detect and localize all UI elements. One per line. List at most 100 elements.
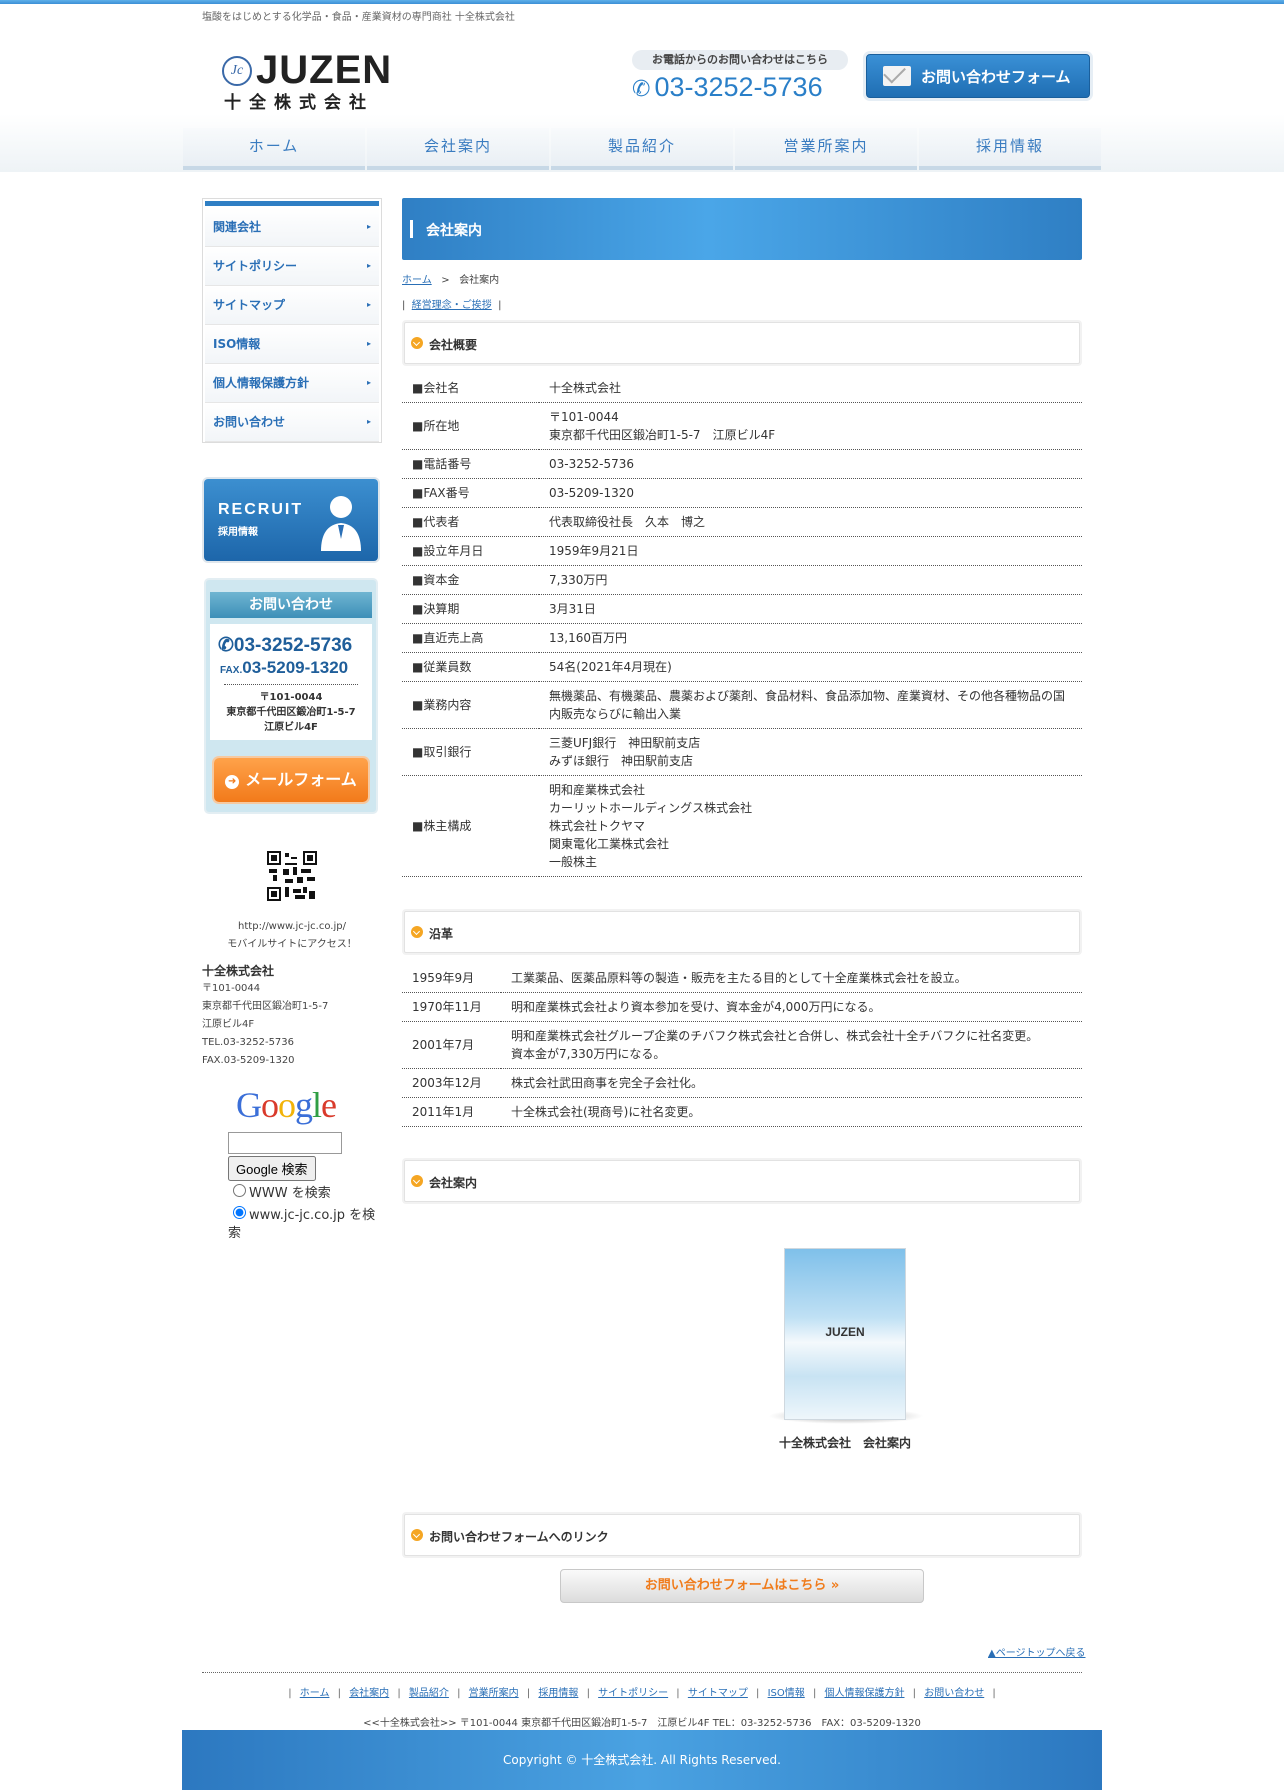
side-menu-item-sitemap[interactable]: サイトマップ ▸ (205, 286, 379, 325)
history-value-line: 明和産業株式会社グループ企業のチバフク株式会社と合併し、株式会社十全チバフクに社… (511, 1029, 1039, 1043)
footer-nav-link[interactable]: ホーム (300, 1688, 330, 1699)
overview-value-line: 代表取締役社長 久本 博之 (549, 515, 706, 529)
footer-nav: | ホーム | 会社案内 | 製品紹介 | 営業所案内 | 採用情報 | サイト… (288, 1688, 996, 1699)
header-tel-number[interactable]: ✆ 03-3252-5736 (632, 72, 848, 103)
contact-form-link-button[interactable]: お問い合わせフォームはこちら » (560, 1569, 924, 1603)
overview-row-label: ■直近売上高 (402, 623, 539, 653)
overview-row-label: ■株主構成 (402, 775, 539, 877)
side-menu-topline (205, 201, 379, 206)
google-search: Google Google 検索 WWW を検索 www.jc-jc.co.jp… (228, 1084, 378, 1243)
overview-value-line: 十全株式会社 (549, 381, 622, 395)
radio-www[interactable] (233, 1184, 246, 1197)
footer-nav-link[interactable]: サイトポリシー (598, 1688, 668, 1699)
overview-row-label: ■電話番号 (402, 449, 539, 479)
overview-value: 7,330万円 (539, 565, 1082, 595)
mobile-url[interactable]: http://www.jc-jc.co.jp/ (202, 918, 382, 936)
overview-value-line: 無機薬品、有機薬品、農薬および薬剤、食品材料、食品添加物、産業資材、その他各種物… (549, 689, 1066, 703)
overview-row: ■資本金 7,330万円 (402, 565, 1082, 595)
chevron-right-icon: ▸ (366, 222, 371, 231)
history-row: 2011年1月 十全株式会社(現商号)に社名変更。 (402, 1097, 1082, 1127)
section-heading-history: 沿革 (404, 911, 1080, 953)
gnav-home[interactable]: ホーム (183, 128, 365, 170)
google-search-input[interactable] (228, 1132, 342, 1154)
history-value: 工業薬品、医薬品原料等の製造・販売を主たる目的として十全産業株式会社を設立。 (501, 964, 1082, 993)
footer-nav-link[interactable]: ISO情報 (768, 1688, 805, 1699)
overview-value-line: 三菱UFJ銀行 神田駅前支店 (549, 736, 701, 750)
history-value-line: 明和産業株式会社より資本参加を受け、資本金が4,000万円になる。 (511, 1000, 881, 1014)
google-search-button[interactable]: Google 検索 (228, 1156, 316, 1181)
overview-row: ■会社名 十全株式会社 (402, 374, 1082, 403)
footer-nav-link[interactable]: 会社案内 (349, 1688, 389, 1699)
footer-nav-link[interactable]: 採用情報 (538, 1688, 578, 1699)
overview-value-line: 一般株主 (549, 855, 598, 869)
gnav-offices[interactable]: 営業所案内 (735, 128, 917, 170)
overview-value: 03-5209-1320 (539, 478, 1082, 508)
overview-row: ■FAX番号 03-5209-1320 (402, 478, 1082, 508)
side-menu-item-affiliates[interactable]: 関連会社 ▸ (205, 208, 379, 247)
side-menu-item-contact[interactable]: お問い合わせ ▸ (205, 403, 379, 442)
history-table: 1959年9月 工業薬品、医薬品原料等の製造・販売を主たる目的として十全産業株式会… (402, 964, 1082, 1127)
overview-row: ■代表者 代表取締役社長 久本 博之 (402, 507, 1082, 537)
overview-value-line: 明和産業株式会社 (549, 783, 646, 797)
chevron-circle-icon (411, 1175, 423, 1187)
divider (224, 684, 358, 685)
recruit-title: RECRUIT (218, 501, 304, 518)
recruit-banner[interactable]: RECRUIT 採用情報 (204, 479, 378, 561)
overview-value-line: 株式会社トクヤマ (549, 819, 646, 833)
chevron-right-icon: ▸ (366, 378, 371, 387)
footer-nav-link[interactable]: 製品紹介 (409, 1688, 449, 1699)
overview-row-label: ■会社名 (402, 374, 539, 403)
overview-value-line: 13,160百万円 (549, 631, 627, 645)
overview-row: ■従業員数 54名(2021年4月現在) (402, 652, 1082, 682)
brochure-caption: 十全株式会社 会社案内 (778, 1436, 911, 1450)
gnav-recruit[interactable]: 採用情報 (919, 128, 1101, 170)
brochure-cover: JUZEN (784, 1248, 906, 1420)
gnav-products[interactable]: 製品紹介 (551, 128, 733, 170)
global-nav: ホーム 会社案内 製品紹介 営業所案内 採用情報 (182, 128, 1102, 170)
google-logo: Google (236, 1085, 337, 1125)
footer-nav-link[interactable]: お問い合わせ (924, 1688, 984, 1699)
overview-value: 無機薬品、有機薬品、農薬および薬剤、食品材料、食品添加物、産業資材、その他各種物… (539, 681, 1082, 729)
breadcrumb-home[interactable]: ホーム (402, 275, 432, 286)
history-value-line: 工業薬品、医薬品原料等の製造・販売を主たる目的として十全産業株式会社を設立。 (511, 971, 967, 985)
overview-value: 〒101-0044 東京都千代田区鍛冶町1-5-7 江原ビル4F (539, 402, 1082, 450)
page-title: 会社案内 (426, 223, 482, 239)
overview-value-line: カーリットホールディングス株式会社 (549, 801, 753, 815)
page-top-link[interactable]: ▲ページトップへ戻る (988, 1644, 1086, 1659)
history-row-label: 2001年7月 (402, 1021, 501, 1069)
sublink-philosophy[interactable]: 経営理念・ご挨拶 (412, 300, 492, 311)
side-mail-form-button[interactable]: ➜ メールフォーム (214, 758, 368, 802)
history-row: 2003年12月 株式会社武田商事を完全子会社化。 (402, 1068, 1082, 1098)
side-contact-tel[interactable]: ✆03-3252-5736 (218, 634, 352, 657)
footer-nav-link[interactable]: サイトマップ (688, 1688, 748, 1699)
chevron-right-icon: ▸ (366, 261, 371, 270)
side-menu-item-site-policy[interactable]: サイトポリシー ▸ (205, 247, 379, 286)
footer-nav-link[interactable]: 個人情報保護方針 (825, 1688, 905, 1699)
side-menu-item-privacy[interactable]: 個人情報保護方針 ▸ (205, 364, 379, 403)
side-menu-item-iso[interactable]: ISO情報 ▸ (205, 325, 379, 364)
site-tagline: 塩酸をはじめとする化学品・食品・産業資材の専門商社 十全株式会社 (202, 12, 515, 23)
overview-row: ■直近売上高 13,160百万円 (402, 623, 1082, 653)
overview-value-line: 3月31日 (549, 602, 596, 616)
header-contact-form-button[interactable]: お問い合わせフォーム (866, 54, 1090, 98)
breadcrumb-current: 会社案内 (459, 275, 500, 286)
side-contact-address: 〒101-0044 東京都千代田区鍛冶町1-5-7 江原ビル4F (226, 692, 356, 733)
footer-nav-link[interactable]: 営業所案内 (469, 1688, 519, 1699)
history-row: 1959年9月 工業薬品、医薬品原料等の製造・販売を主たる目的として十全産業株式会… (402, 964, 1082, 993)
side-menu: 関連会社 ▸ サイトポリシー ▸ サイトマップ ▸ ISO情報 ▸ 個人情報保護方針 ▸ … (202, 198, 382, 443)
phone-icon: ✆ (218, 635, 234, 656)
site-logo[interactable]: Jc JUZEN 十全株式会社 (222, 48, 391, 113)
section-heading-brochure: 会社案内 (404, 1160, 1080, 1202)
header-tel-caption: お電話からのお問い合わせはこちら (632, 50, 848, 70)
gnav-company[interactable]: 会社案内 (367, 128, 549, 170)
radio-site[interactable] (233, 1206, 246, 1219)
overview-row-label: ■業務内容 (402, 681, 539, 729)
title-bar-mark (410, 220, 413, 238)
footer-divider (202, 1672, 1082, 1673)
overview-value: 1959年9月21日 (539, 536, 1082, 566)
chevron-circle-icon (411, 337, 423, 349)
overview-value-line: みずほ銀行 神田駅前支店 (549, 754, 694, 768)
brochure-image[interactable]: JUZEN (768, 1248, 924, 1424)
section-heading-overview: 会社概要 (404, 322, 1080, 364)
overview-row-label: ■資本金 (402, 565, 539, 595)
